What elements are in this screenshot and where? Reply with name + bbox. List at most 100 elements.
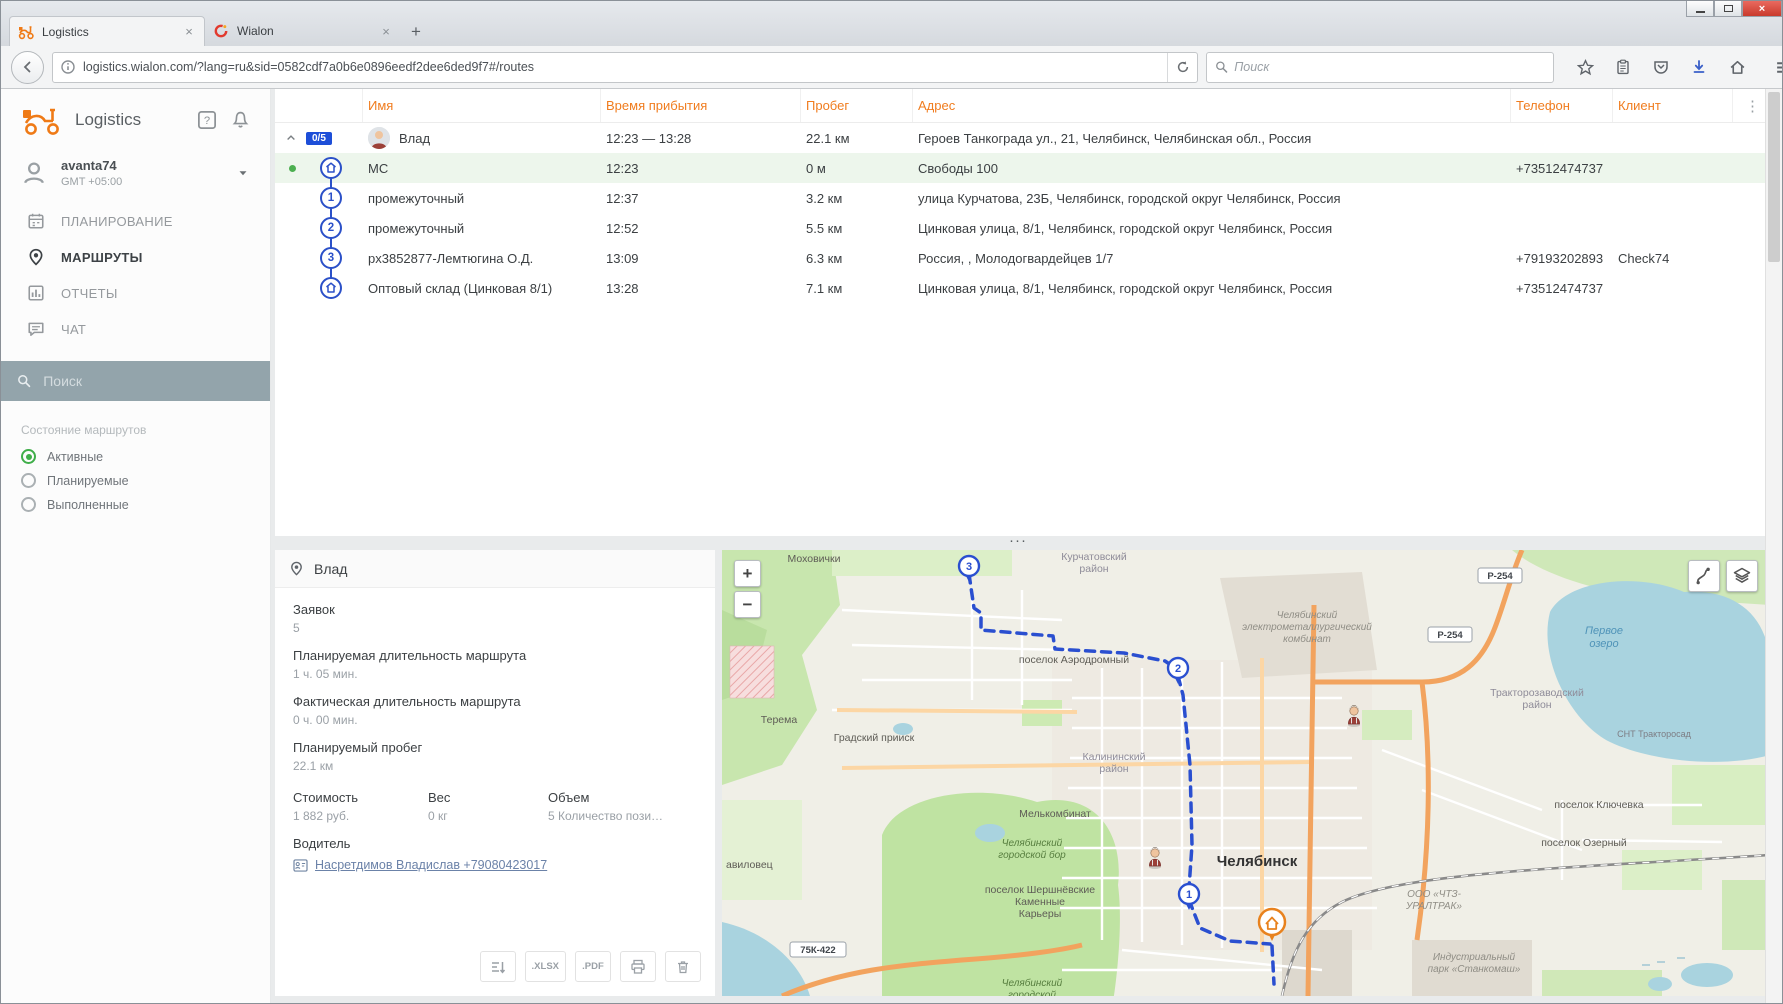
svg-text:2: 2	[1175, 663, 1181, 675]
svg-text:Челябинскийгородской: Челябинскийгородской	[1002, 977, 1063, 996]
col-phone[interactable]: Телефон	[1511, 89, 1613, 122]
map-layers-button[interactable]	[1726, 560, 1758, 592]
col-address[interactable]: Адрес	[913, 89, 1511, 122]
col-arrival[interactable]: Время прибытия	[601, 89, 801, 122]
progress-badge: 0/5	[306, 132, 332, 145]
stat-value: 0 кг	[428, 809, 548, 823]
main-area: Имя Время прибытия Пробег Адрес Телефон …	[271, 89, 1765, 1003]
reload-button[interactable]	[1167, 53, 1197, 82]
tab-close-icon[interactable]: ×	[379, 24, 393, 39]
stop-mileage: 7.1 км	[801, 281, 913, 296]
radio-checked-icon[interactable]	[21, 449, 36, 464]
stat-value: 5 Количество пози…	[548, 809, 697, 823]
routes-search-input[interactable]	[43, 373, 254, 389]
url-bar[interactable]: logistics.wialon.com/?lang=ru&sid=0582cd…	[52, 52, 1198, 83]
filter-option-planned[interactable]: Планируемые	[21, 473, 250, 488]
scrollbar-thumb[interactable]	[1768, 92, 1780, 262]
field-label: Планируемый пробег	[293, 740, 697, 755]
route-details-panel: Влад Заявок 5 Планируемая длительность м…	[275, 550, 715, 996]
bookmark-star-button[interactable]	[1570, 52, 1600, 82]
sidebar-item-planning[interactable]: ПЛАНИРОВАНИЕ	[1, 203, 270, 239]
brand-name: Logistics	[75, 110, 141, 130]
stat-value: 1 882 руб.	[293, 809, 428, 823]
chevron-down-icon[interactable]	[236, 166, 250, 180]
city-label: Челябинск	[1217, 853, 1298, 870]
sidebar: Logistics ? avanta74 GMT +05:00	[1, 89, 271, 1003]
browser-search-input[interactable]	[1234, 60, 1545, 74]
zoom-out-button[interactable]: −	[734, 591, 761, 618]
map-tools	[1688, 560, 1758, 592]
routes-search[interactable]	[1, 361, 270, 401]
route-visibility-button[interactable]	[1688, 560, 1720, 592]
map-canvas[interactable]: Р-254 Р-254 75К-422 Моховички Курчатовск…	[722, 550, 1770, 996]
pocket-icon	[1653, 59, 1669, 75]
tab-wialon[interactable]: Wialon ×	[205, 16, 401, 46]
sidebar-item-routes[interactable]: МАРШРУТЫ	[1, 239, 270, 275]
export-pdf-button[interactable]: .PDF	[575, 951, 611, 982]
table-menu-button[interactable]: ⋮	[1733, 89, 1767, 122]
user-menu[interactable]: avanta74 GMT +05:00	[1, 151, 270, 203]
col-mileage[interactable]: Пробег	[801, 89, 913, 122]
route-group-row[interactable]: 0/5 Влад 12:23 — 13:28 22.1 км Героев Та…	[275, 123, 1767, 153]
menu-label: ПЛАНИРОВАНИЕ	[61, 214, 173, 229]
stop-phone: +73512474737	[1511, 161, 1613, 176]
driver-link[interactable]: Насретдимов Владислав +79080423017	[293, 858, 697, 872]
svg-text:Индустриальныйпарк «Станкомаш»: Индустриальныйпарк «Станкомаш»	[1428, 952, 1521, 975]
help-button[interactable]: ?	[197, 110, 217, 130]
radio-icon[interactable]	[21, 497, 36, 512]
radio-icon[interactable]	[21, 473, 36, 488]
stop-row[interactable]: 3 px3852877-Лемтюгина О.Д. 13:09 6.3 км …	[275, 243, 1767, 273]
col-client[interactable]: Клиент	[1613, 89, 1733, 122]
sidebar-item-reports[interactable]: ОТЧЕТЫ	[1, 275, 270, 311]
delete-route-button[interactable]	[665, 951, 701, 982]
export-xlsx-button[interactable]: .XLSX	[525, 951, 566, 982]
chat-icon	[27, 320, 45, 338]
table-header: Имя Время прибытия Пробег Адрес Телефон …	[275, 89, 1767, 123]
stop-mileage: 6.3 км	[801, 251, 913, 266]
notifications-bell-button[interactable]	[231, 110, 250, 130]
back-button[interactable]	[11, 51, 44, 84]
splitter-drag-handle[interactable]: ···	[271, 536, 1765, 550]
window-maximize-button[interactable]	[1714, 1, 1742, 17]
browser-titlebar[interactable]: Logistics × Wialon × + ×	[1, 1, 1782, 46]
page-scrollbar[interactable]	[1765, 89, 1782, 1003]
home-marker-icon	[320, 277, 342, 299]
stop-row[interactable]: 2 промежуточный 12:52 5.5 км Цинковая ул…	[275, 213, 1767, 243]
filter-option-active[interactable]: Активные	[21, 449, 250, 464]
site-info-icon[interactable]	[53, 59, 83, 75]
route-arrival: 12:23 — 13:28	[601, 131, 801, 146]
stat-label: Стоимость	[293, 790, 428, 805]
url-text[interactable]: logistics.wialon.com/?lang=ru&sid=0582cd…	[83, 60, 1167, 74]
optimize-route-button[interactable]	[480, 951, 516, 982]
reading-list-button[interactable]	[1608, 52, 1638, 82]
user-avatar-icon	[21, 160, 47, 186]
tab-strip: Logistics × Wialon × +	[9, 16, 431, 46]
menu-label: ОТЧЕТЫ	[61, 286, 118, 301]
pocket-button[interactable]	[1646, 52, 1676, 82]
stop-name: промежуточный	[363, 191, 601, 206]
contact-card-icon	[293, 859, 308, 872]
collapse-chevron-icon[interactable]	[285, 132, 297, 144]
stop-row[interactable]: МС 12:23 0 м Свободы 100 +73512474737	[275, 153, 1767, 183]
browser-search[interactable]	[1206, 52, 1554, 83]
stop-row[interactable]: 1 промежуточный 12:37 3.2 км улица Курча…	[275, 183, 1767, 213]
filter-option-completed[interactable]: Выполненные	[21, 497, 250, 512]
downloads-button[interactable]	[1684, 52, 1714, 82]
print-button[interactable]	[620, 951, 656, 982]
sidebar-item-chat[interactable]: ЧАТ	[1, 311, 270, 347]
col-name[interactable]: Имя	[363, 89, 601, 122]
svg-text:?: ?	[204, 115, 210, 127]
new-tab-button[interactable]: +	[401, 18, 431, 46]
home-button[interactable]	[1722, 52, 1752, 82]
optimize-icon	[490, 959, 506, 975]
window-close-button[interactable]: ×	[1742, 1, 1782, 17]
window-minimize-button[interactable]	[1686, 1, 1714, 17]
tab-logistics[interactable]: Logistics ×	[9, 16, 205, 46]
stop-mileage: 5.5 км	[801, 221, 913, 236]
menu-button[interactable]	[1768, 52, 1783, 82]
route-stops: МС 12:23 0 м Свободы 100 +73512474737 1 …	[275, 153, 1767, 303]
tab-close-icon[interactable]: ×	[182, 24, 196, 39]
stop-row[interactable]: Оптовый склад (Цинковая 8/1) 13:28 7.1 к…	[275, 273, 1767, 303]
route-name: Влад	[399, 131, 430, 146]
zoom-in-button[interactable]: +	[734, 560, 761, 587]
